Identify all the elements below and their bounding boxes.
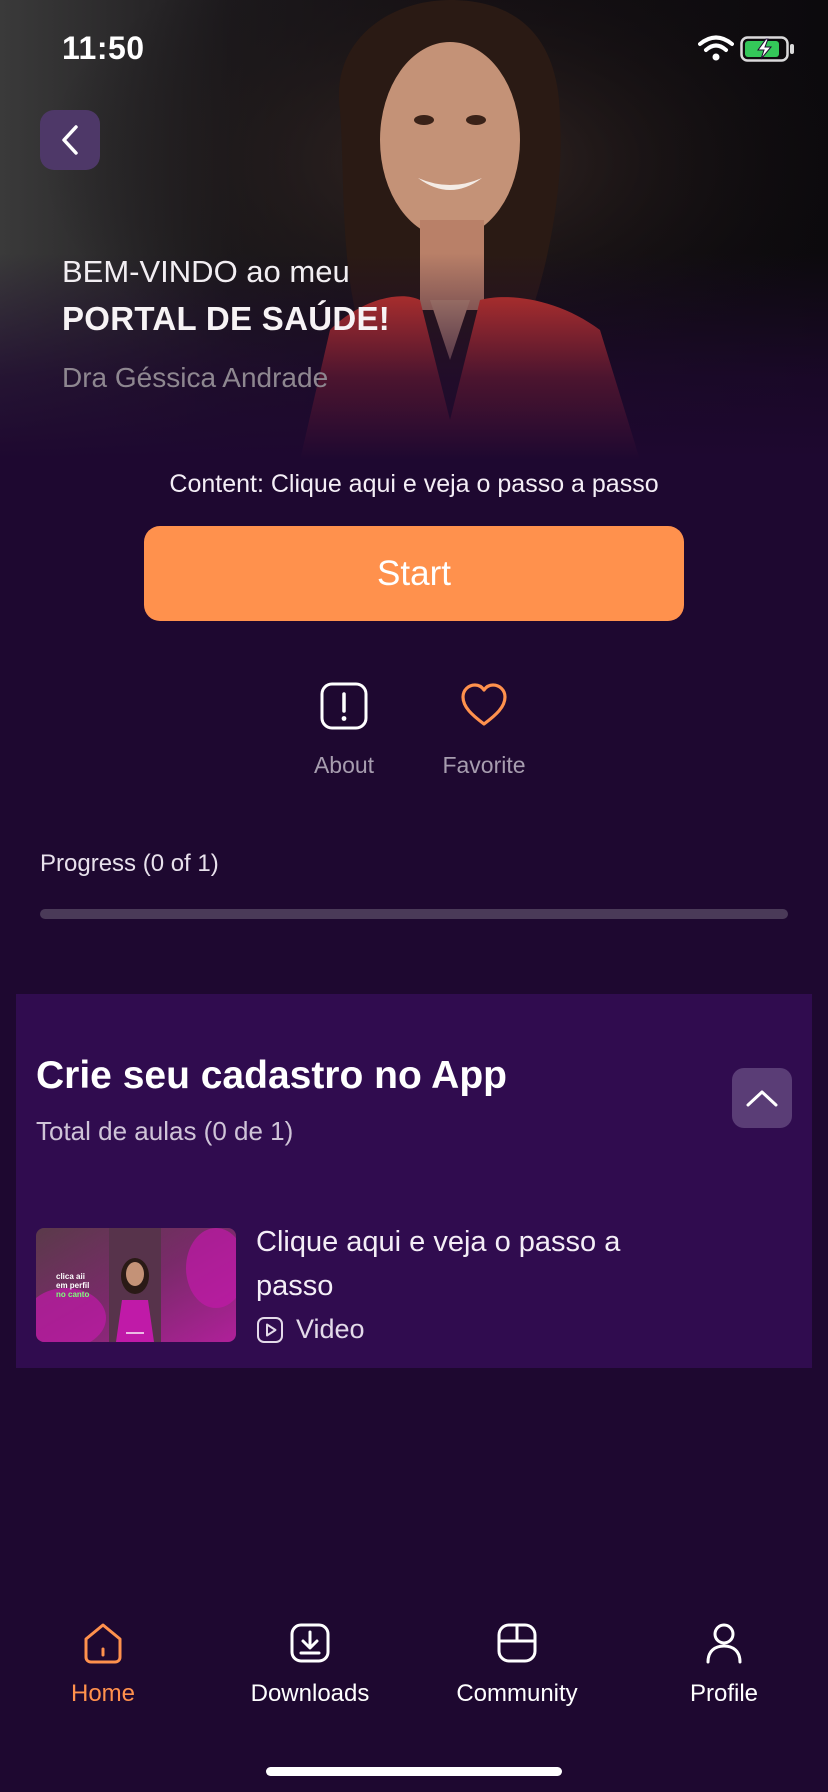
home-icon [84,1623,122,1664]
chevron-up-icon [746,1090,778,1107]
info-exclamation-icon [320,682,368,730]
back-button[interactable] [40,110,100,170]
battery-charging-icon [740,36,794,62]
nav-community-label: Community [456,1680,578,1707]
profile-icon [706,1623,742,1664]
lesson-type: Video [256,1314,365,1345]
video-play-icon [257,1316,283,1343]
lesson-type-label: Video [296,1314,365,1344]
about-button[interactable]: About [274,680,414,779]
nav-downloads-label: Downloads [250,1680,370,1707]
course-screen: 11:50 BEM-VINDO ao meu PORTAL DE SAÚDE! … [0,0,828,1792]
favorite-button[interactable]: Favorite [414,680,554,779]
community-icon [497,1623,537,1663]
thumbnail-caption: clica aii em perfil no canto [56,1272,90,1299]
nav-item-community[interactable]: Community [427,1620,607,1708]
module-title: Crie seu cadastro no App [36,1054,507,1097]
hero-doctor-name: Dra Géssica Andrade [62,362,329,393]
download-icon [290,1623,330,1663]
content-caption: Content: Clique aqui e veja o passo a pa… [169,470,659,498]
start-button[interactable]: Start [144,526,684,621]
status-time: 11:50 [62,30,145,66]
collapse-module-button[interactable] [732,1068,792,1128]
lesson-title[interactable]: Clique aqui e veja o passo a passo [256,1220,676,1308]
progress-bar [40,909,788,919]
chevron-left-icon [62,125,78,155]
hero-welcome-text: BEM-VINDO ao meu [62,254,350,289]
lesson-thumbnail[interactable]: clica aii em perfil no canto [36,1228,236,1342]
about-label: About [313,752,375,778]
nav-item-downloads[interactable]: Downloads [220,1620,400,1708]
home-indicator[interactable] [266,1767,562,1776]
hero-portal-title: PORTAL DE SAÚDE! [62,300,391,337]
nav-profile-label: Profile [689,1680,759,1707]
wifi-icon [698,35,734,61]
heart-icon [461,683,507,726]
nav-item-home[interactable]: Home [13,1620,193,1708]
bottom-navigation: Home Downloads Community Profile [0,1620,828,1730]
nav-home-label: Home [70,1680,136,1707]
module-card: Crie seu cadastro no App Total de aulas … [16,994,812,1368]
favorite-label: Favorite [442,752,526,778]
module-lesson-count: Total de aulas (0 de 1) [36,1116,294,1146]
nav-item-profile[interactable]: Profile [634,1620,814,1708]
progress-label: Progress (0 of 1) [40,850,219,877]
